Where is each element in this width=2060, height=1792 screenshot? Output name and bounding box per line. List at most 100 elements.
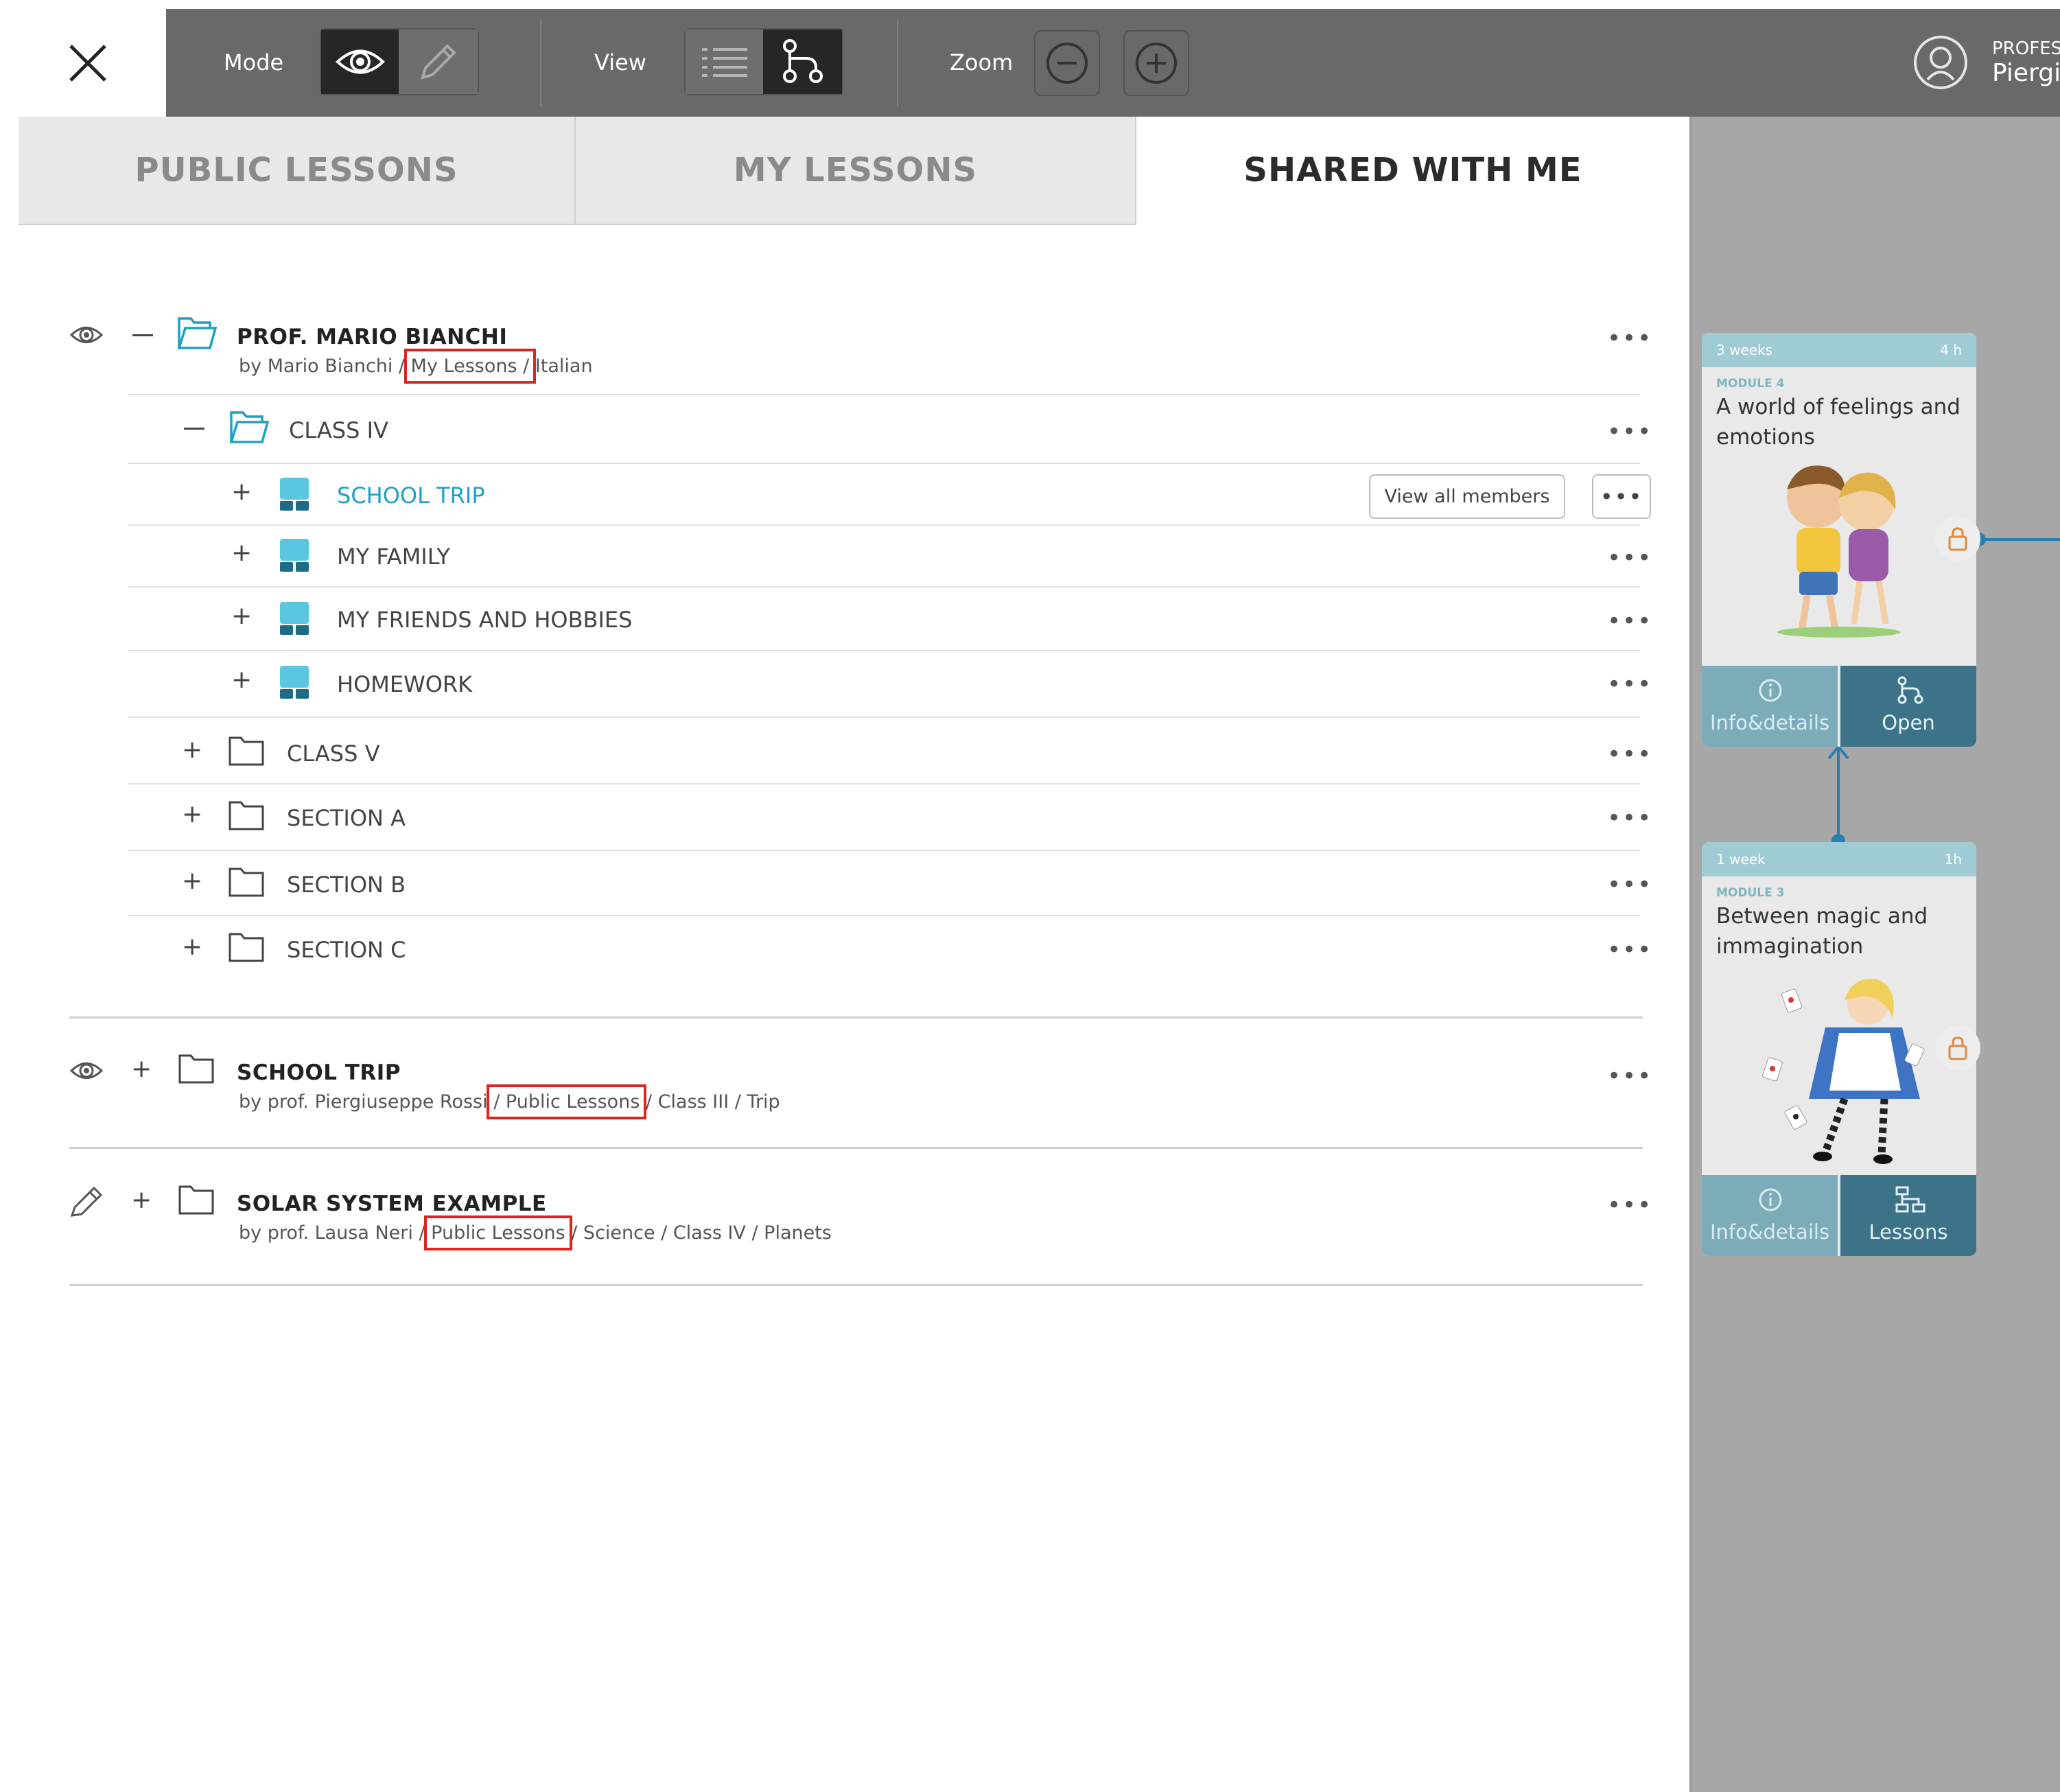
card-duration: 1 week [1716,851,1766,868]
lesson-book-icon [280,539,309,572]
expand-icon[interactable]: + [182,802,202,827]
info-details-button[interactable]: Info&details [1702,666,1838,747]
more-icon[interactable]: ••• [1607,420,1652,443]
open-button[interactable]: Open [1840,666,1976,747]
view-all-members-button[interactable]: View all members [1369,474,1565,519]
list-icon [701,48,747,77]
path-highlight[interactable]: Public Lessons [424,1215,572,1250]
lock-button[interactable] [1935,1025,1980,1071]
group-divider [69,1284,1643,1286]
plus-circle-icon [1136,43,1177,84]
expand-icon[interactable]: + [131,1188,152,1213]
folder-icon [229,933,264,962]
folder-section-c[interactable]: SECTION C [287,937,406,963]
hierarchy-icon [1895,1186,1926,1213]
folder-icon [178,1185,214,1215]
lesson-tabs: PUBLIC LESSONS MY LESSONS SHARED WITH ME [19,117,1689,225]
more-icon[interactable]: ••• [1607,546,1652,570]
card-hours: 4 h [1940,342,1962,358]
info-details-label: Info&details [1709,1220,1830,1244]
lock-icon [1948,527,1967,551]
more-icon[interactable]: ••• [1607,873,1652,896]
card-module: MODULE 3 [1716,886,1785,900]
group-divider [69,1147,1643,1149]
lock-button[interactable] [1935,516,1980,561]
path-highlight[interactable]: My Lessons / [403,349,537,384]
zoom-in-button[interactable] [1123,30,1189,96]
pencil-icon [70,1186,103,1217]
more-icon[interactable]: ••• [1607,673,1652,696]
path-highlight[interactable]: / Public Lessons [487,1084,647,1119]
info-details-button[interactable]: Info&details [1702,1175,1838,1256]
group-title[interactable]: PROF. MARIO BIANCHI [237,325,507,349]
divider [128,650,1640,651]
group-byline: by prof. Lausa Neri / Public Lessons / S… [239,1215,832,1250]
folder-icon [229,868,264,897]
folder-class-v[interactable]: CLASS V [287,741,379,767]
group-divider [69,1016,1643,1019]
open-label: Open [1882,711,1935,734]
more-icon[interactable]: ••• [1607,743,1652,766]
open-folder-icon [177,317,217,349]
zoom-out-button[interactable] [1034,30,1100,96]
tab-shared-with-me[interactable]: SHARED WITH ME [1136,117,1689,224]
more-icon[interactable]: ••• [1607,609,1652,633]
more-icon[interactable]: ••• [1607,1064,1652,1088]
card-header: 1 week 1h [1702,842,1976,876]
zoom-label: Zoom [950,49,1014,75]
more-icon[interactable]: ••• [1607,806,1652,830]
divider [128,717,1640,718]
expand-icon[interactable]: + [231,541,252,566]
divider [128,463,1640,464]
lesson-homework[interactable]: HOMEWORK [337,671,472,697]
collapse-icon[interactable] [184,428,204,430]
divider [128,394,1640,395]
more-icon[interactable]: ••• [1607,938,1652,962]
edit-mode-button[interactable] [399,30,478,94]
close-button[interactable] [19,9,166,117]
view-label: View [594,49,646,75]
expand-icon[interactable]: + [231,668,252,693]
expand-icon[interactable]: + [231,604,252,629]
info-icon [1759,1188,1782,1211]
expand-icon[interactable]: + [182,869,202,894]
expand-icon[interactable]: + [131,1057,152,1082]
toolbar-divider [540,19,541,107]
expand-icon[interactable]: + [182,738,202,763]
card-duration: 3 weeks [1716,342,1773,358]
expand-icon[interactable]: + [182,935,202,959]
card-footer: Info&details Open [1702,666,1976,747]
group-title[interactable]: SCHOOL TRIP [237,1060,401,1085]
shared-lessons-panel [19,225,1689,1792]
map-view-button[interactable] [763,30,842,94]
lesson-school-trip[interactable]: SCHOOL TRIP [337,482,485,509]
view-switch [684,28,843,95]
avatar-icon[interactable] [1912,34,1969,91]
folder-section-b[interactable]: SECTION B [287,872,406,898]
list-view-button[interactable] [686,30,763,94]
folder-icon [229,801,264,830]
card-hours: 1h [1944,851,1962,868]
group-title[interactable]: SOLAR SYSTEM EXAMPLE [237,1191,547,1216]
more-icon[interactable]: ••• [1607,1194,1652,1217]
more-icon[interactable]: ••• [1607,327,1652,350]
folder-icon [178,1054,214,1084]
app-frame: Mode View Zoom PROFES Piergi PUBLIC LESS… [0,0,2060,1792]
view-mode-button[interactable] [321,30,399,94]
info-details-label: Info&details [1709,711,1830,734]
tab-public-lessons[interactable]: PUBLIC LESSONS [19,117,576,225]
folder-class-iv[interactable]: CLASS IV [289,417,388,443]
folder-section-a[interactable]: SECTION A [287,805,406,831]
collapse-icon[interactable] [132,334,153,337]
lesson-friends-hobbies[interactable]: MY FRIENDS AND HOBBIES [337,607,632,633]
more-options-button[interactable]: ••• [1592,474,1651,519]
folder-icon [229,736,264,766]
expand-icon[interactable]: + [231,480,252,504]
lessons-button[interactable]: Lessons [1840,1175,1976,1256]
divider [128,915,1640,916]
card-module: MODULE 4 [1716,377,1785,391]
group-byline: by Mario Bianchi / My Lessons / Italian [239,349,593,384]
tab-my-lessons[interactable]: MY LESSONS [576,117,1136,225]
lesson-my-family[interactable]: MY FAMILY [337,544,450,570]
divider [128,850,1640,851]
